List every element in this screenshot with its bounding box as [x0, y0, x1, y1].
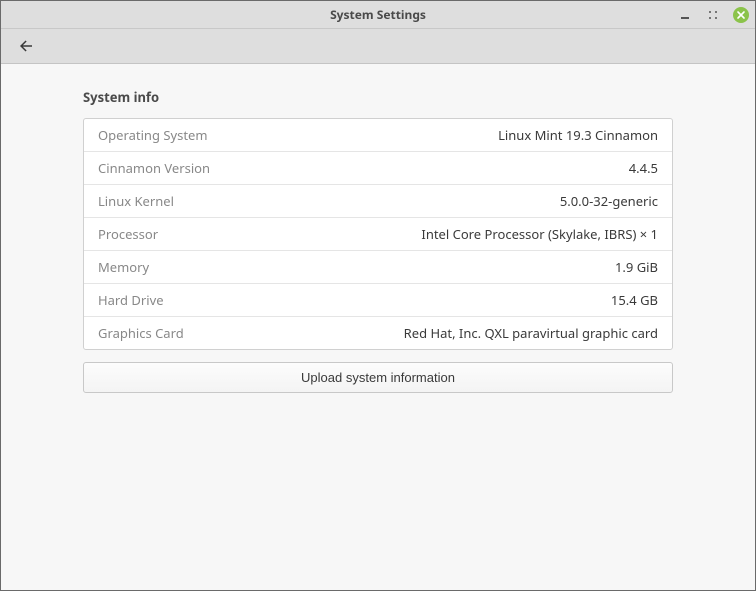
section-title: System info [83, 88, 673, 106]
arrow-left-icon [17, 37, 35, 55]
info-value: 5.0.0-32-generic [560, 192, 658, 210]
row-hard-drive: Hard Drive 15.4 GB [84, 284, 672, 317]
row-cinnamon-version: Cinnamon Version 4.4.5 [84, 152, 672, 185]
titlebar: System Settings [1, 1, 755, 29]
row-processor: Processor Intel Core Processor (Skylake,… [84, 218, 672, 251]
maximize-icon [708, 10, 718, 20]
info-value: Red Hat, Inc. QXL paravirtual graphic ca… [404, 324, 658, 342]
info-label: Cinnamon Version [98, 159, 210, 177]
info-label: Graphics Card [98, 324, 184, 342]
content-area: System info Operating System Linux Mint … [1, 64, 755, 393]
minimize-button[interactable] [677, 7, 693, 23]
info-value: Linux Mint 19.3 Cinnamon [498, 126, 658, 144]
info-label: Linux Kernel [98, 192, 174, 210]
close-button[interactable] [733, 7, 749, 23]
info-value: Intel Core Processor (Skylake, IBRS) × 1 [421, 225, 658, 243]
info-value: 4.4.5 [629, 159, 658, 177]
info-label: Operating System [98, 126, 208, 144]
info-panel: Operating System Linux Mint 19.3 Cinnamo… [83, 118, 673, 350]
row-graphics-card: Graphics Card Red Hat, Inc. QXL paravirt… [84, 317, 672, 349]
row-memory: Memory 1.9 GiB [84, 251, 672, 284]
minimize-icon [680, 10, 690, 20]
info-label: Memory [98, 258, 149, 276]
info-label: Processor [98, 225, 158, 243]
back-button[interactable] [15, 35, 37, 57]
row-linux-kernel: Linux Kernel 5.0.0-32-generic [84, 185, 672, 218]
info-label: Hard Drive [98, 291, 164, 309]
maximize-button[interactable] [705, 7, 721, 23]
upload-button[interactable]: Upload system information [83, 362, 673, 393]
info-value: 1.9 GiB [615, 258, 658, 276]
window-title: System Settings [1, 6, 755, 23]
row-operating-system: Operating System Linux Mint 19.3 Cinnamo… [84, 119, 672, 152]
window-controls [677, 1, 749, 28]
toolbar [1, 29, 755, 64]
info-value: 15.4 GB [611, 291, 658, 309]
close-icon [736, 10, 746, 20]
